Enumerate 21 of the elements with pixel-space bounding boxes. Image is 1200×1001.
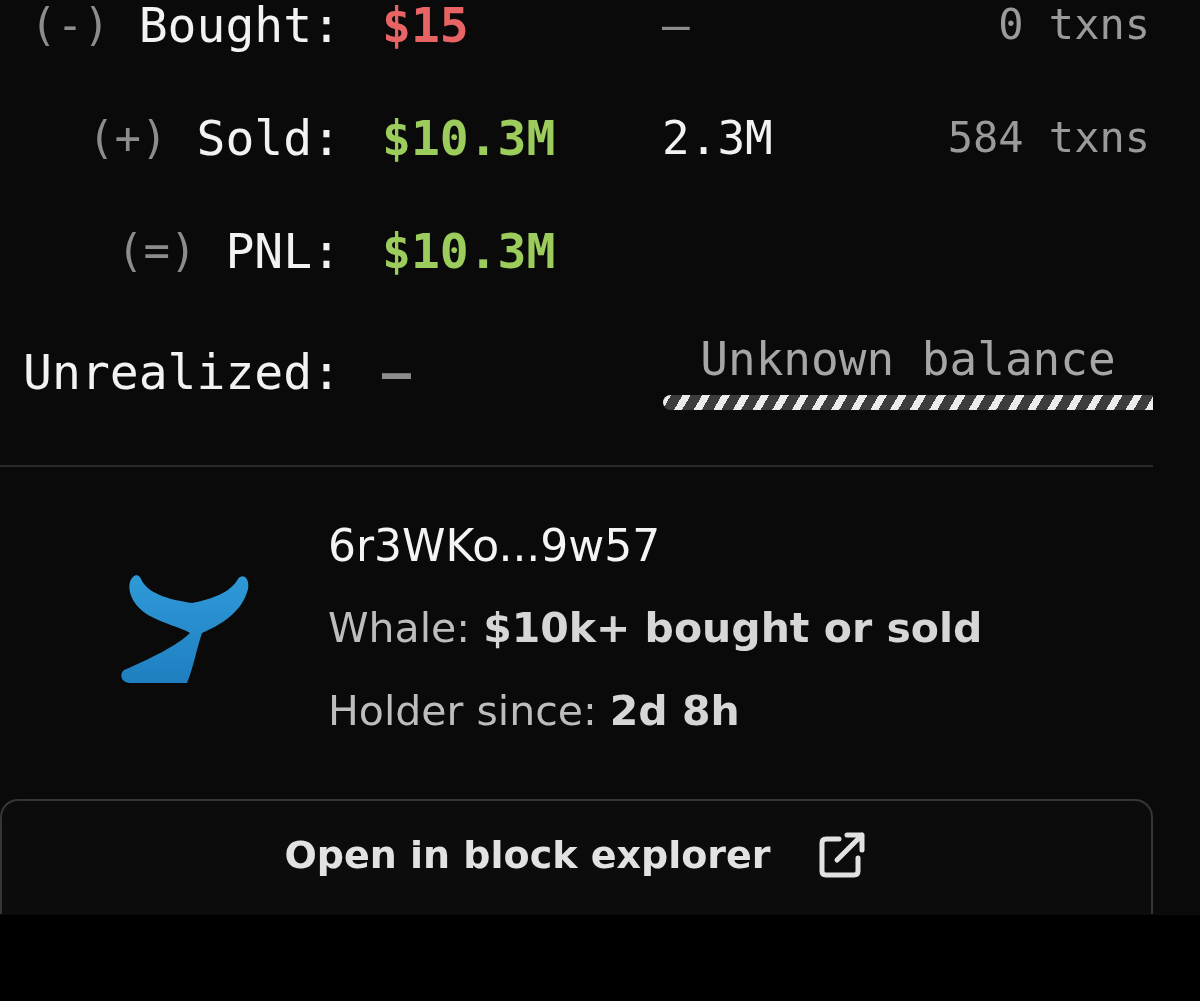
txn-count: 584 txns <box>947 113 1150 163</box>
holder-since: Holder since: 2d 8h <box>328 686 741 737</box>
txn-count: 0 txns <box>998 0 1150 50</box>
block-explorer-button[interactable]: Open in block explorer <box>0 799 1153 914</box>
balance-status-text: Unknown balance <box>700 334 1116 383</box>
token-amount: — <box>662 0 690 50</box>
stat-label: Bought: <box>138 0 341 50</box>
stat-label: Sold: <box>196 113 341 163</box>
holder-tag: Whale: $10k+ bought or sold <box>328 587 983 670</box>
sign-prefix: (+) <box>88 113 168 163</box>
whale-tail-icon <box>120 572 250 685</box>
stat-value: — <box>382 347 411 397</box>
stat-value: $10.3M <box>382 226 556 276</box>
sign-prefix: (-) <box>30 0 110 50</box>
stat-value: $10.3M <box>382 113 556 163</box>
stat-value: $15 <box>382 0 469 50</box>
sign-prefix: (=) <box>116 226 197 276</box>
stat-label: PNL: <box>225 226 341 276</box>
stat-label: Unrealized: <box>23 347 341 397</box>
wallet-address: 6r3WKo...9w57 <box>328 519 662 573</box>
token-amount: 2.3M <box>662 113 773 163</box>
